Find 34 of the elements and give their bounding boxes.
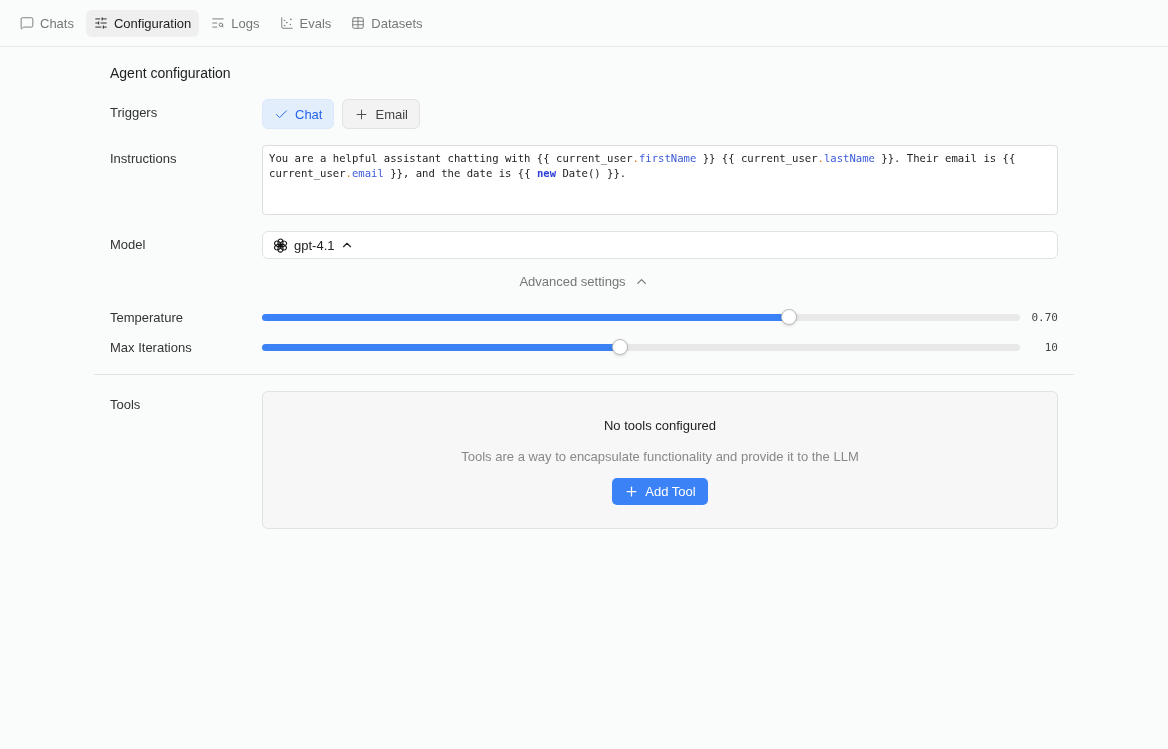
nav-tab[interactable]: Evals xyxy=(271,9,340,37)
chart-icon xyxy=(279,16,294,30)
field-label: Max Iterations xyxy=(110,339,193,355)
advanced-settings-toggle[interactable]: Advanced settings xyxy=(513,273,655,290)
slider-track[interactable] xyxy=(262,309,1020,325)
field-label: Tools xyxy=(110,396,142,412)
trigger-toggle[interactable]: Email xyxy=(342,99,420,129)
table-icon xyxy=(351,16,366,30)
chat-icon xyxy=(20,16,34,30)
add-tool-button[interactable]: Add Tool xyxy=(612,478,708,505)
nav-tab[interactable]: Logs xyxy=(203,9,268,37)
plus-icon xyxy=(354,106,370,122)
plus-icon xyxy=(624,484,640,499)
field-label: Instructions xyxy=(110,150,178,166)
instructions-field[interactable]: You are a helpful assistant chatting with {{ current_user.firstName }} {{ current_user.lastName }}. Their email is {{ current_user.email }}, and the date is {{ new Date() }}. xyxy=(262,145,1058,215)
field-label: Temperature xyxy=(110,309,184,325)
model-select[interactable]: gpt-4.1 xyxy=(262,231,1058,259)
slider-track[interactable] xyxy=(262,339,1020,355)
trigger-toggle[interactable]: Chat xyxy=(262,99,335,129)
field-label: Model xyxy=(110,236,147,252)
nav-tab[interactable]: Datasets xyxy=(343,9,431,37)
list-search-icon xyxy=(211,16,226,30)
sliders-icon xyxy=(93,16,108,30)
slider-value: 10 xyxy=(1043,340,1058,354)
logo-icon xyxy=(273,237,288,253)
slider-thumb[interactable] xyxy=(611,339,628,355)
slider-thumb[interactable] xyxy=(780,309,797,325)
empty-title: No tools configured xyxy=(604,418,716,433)
field-label: Triggers xyxy=(110,104,159,120)
empty-description: Tools are a way to encapsulate functionality and provide it to the LLM xyxy=(461,449,859,464)
section-title: Agent configuration xyxy=(109,64,232,83)
nav-tab[interactable]: Configuration xyxy=(85,9,200,37)
slider-value: 0.70 xyxy=(1030,310,1058,324)
nav-tab[interactable]: Chats xyxy=(12,9,82,37)
